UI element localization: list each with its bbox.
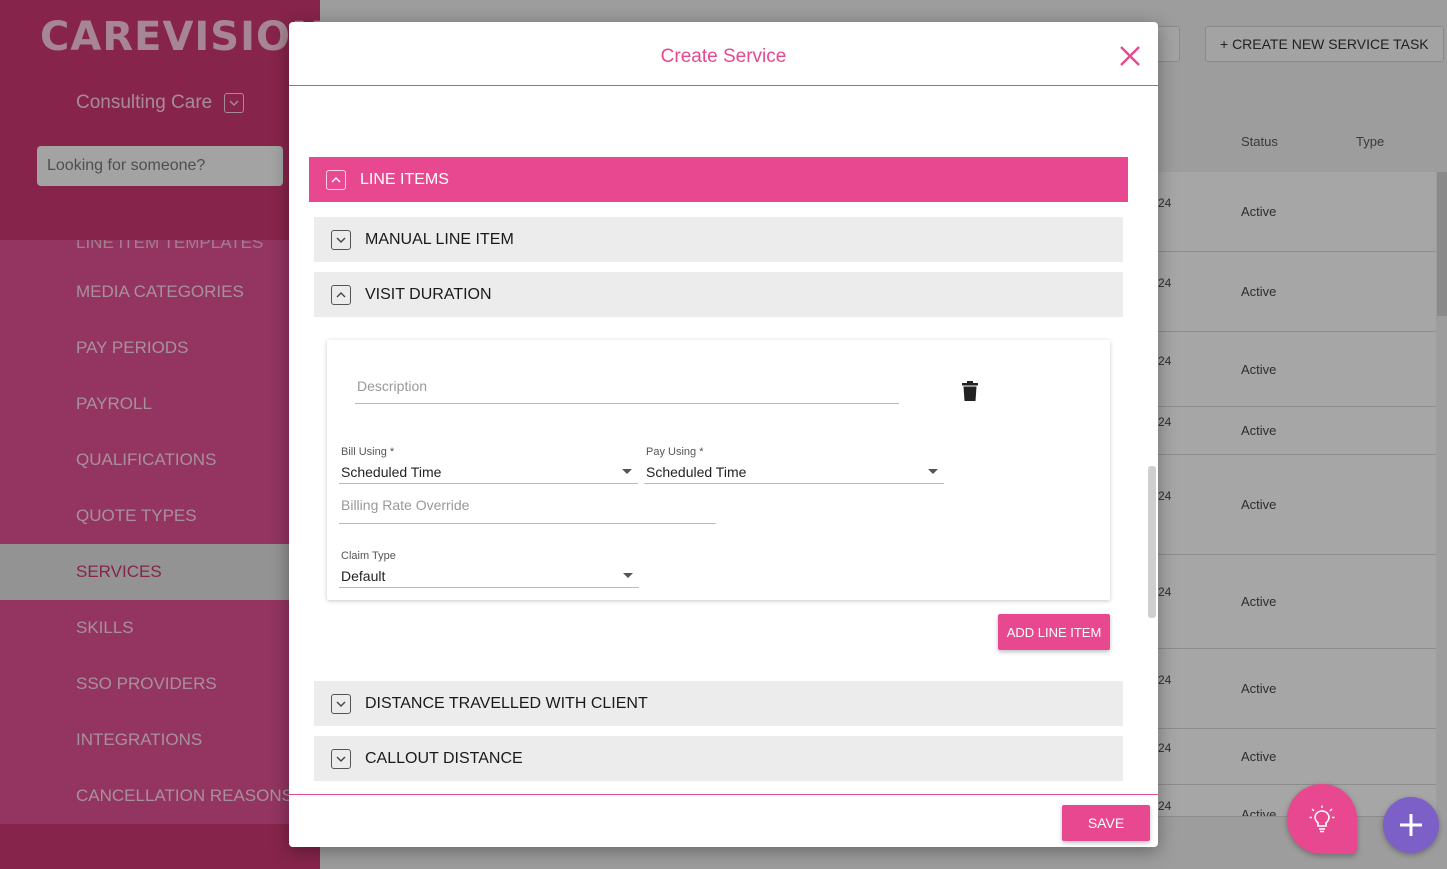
chevron-down-icon[interactable] xyxy=(331,748,351,769)
bill-using-value: Scheduled Time xyxy=(341,464,442,480)
chevron-up-icon[interactable] xyxy=(326,169,346,190)
accordion-title: MANUAL LINE ITEM xyxy=(365,230,514,248)
pay-using-value: Scheduled Time xyxy=(646,464,747,480)
section-title: LINE ITEMS xyxy=(360,170,449,188)
accordion-title: DISTANCE TRAVELLED WITH CLIENT xyxy=(365,694,648,712)
create-service-modal: Create Service LINE ITEMS MANUAL LINE IT… xyxy=(289,22,1158,847)
trash-icon[interactable] xyxy=(961,381,979,401)
line-items-section-header[interactable]: LINE ITEMS xyxy=(309,157,1128,202)
accordion-callout-distance[interactable]: CALLOUT DISTANCE xyxy=(314,736,1123,781)
close-icon[interactable] xyxy=(1118,44,1142,68)
billing-rate-placeholder: Billing Rate Override xyxy=(341,497,470,513)
description-placeholder: Description xyxy=(357,378,428,394)
chevron-down-icon[interactable] xyxy=(331,229,351,250)
accordion-visit-duration[interactable]: VISIT DURATION xyxy=(314,272,1123,317)
dropdown-caret-icon xyxy=(622,469,632,474)
add-fab-button[interactable] xyxy=(1383,797,1439,853)
line-item-card: Description Bill Using * Scheduled Time … xyxy=(327,340,1110,600)
save-button[interactable]: SAVE xyxy=(1062,805,1150,841)
dropdown-caret-icon xyxy=(623,573,633,578)
lightbulb-icon xyxy=(1309,805,1335,833)
bill-using-label: Bill Using * xyxy=(341,446,395,458)
accordion-title: VISIT DURATION xyxy=(365,285,492,303)
bill-using-select[interactable]: Bill Using * Scheduled Time xyxy=(339,446,638,484)
modal-header: Create Service xyxy=(289,22,1158,86)
modal-footer: SAVE xyxy=(289,794,1158,847)
claim-type-select[interactable]: Claim Type Default xyxy=(339,550,639,588)
modal-scrollbar[interactable] xyxy=(1148,466,1156,618)
add-line-item-button[interactable]: ADD LINE ITEM xyxy=(998,614,1110,650)
pay-using-label: Pay Using * xyxy=(646,446,704,458)
dropdown-caret-icon xyxy=(928,469,938,474)
chevron-up-icon[interactable] xyxy=(331,284,351,305)
description-field[interactable]: Description xyxy=(355,364,899,404)
plus-icon xyxy=(1400,814,1422,836)
accordion-title: CALLOUT DISTANCE xyxy=(365,749,523,767)
accordion-manual-line-item[interactable]: MANUAL LINE ITEM xyxy=(314,217,1123,262)
chevron-down-icon[interactable] xyxy=(331,693,351,714)
claim-type-value: Default xyxy=(341,568,386,584)
pay-using-select[interactable]: Pay Using * Scheduled Time xyxy=(644,446,944,484)
claim-type-label: Claim Type xyxy=(341,550,396,562)
billing-rate-override-field[interactable]: Billing Rate Override xyxy=(339,490,716,524)
help-button[interactable] xyxy=(1287,784,1357,854)
accordion-distance-travelled[interactable]: DISTANCE TRAVELLED WITH CLIENT xyxy=(314,681,1123,726)
modal-title: Create Service xyxy=(660,46,787,67)
